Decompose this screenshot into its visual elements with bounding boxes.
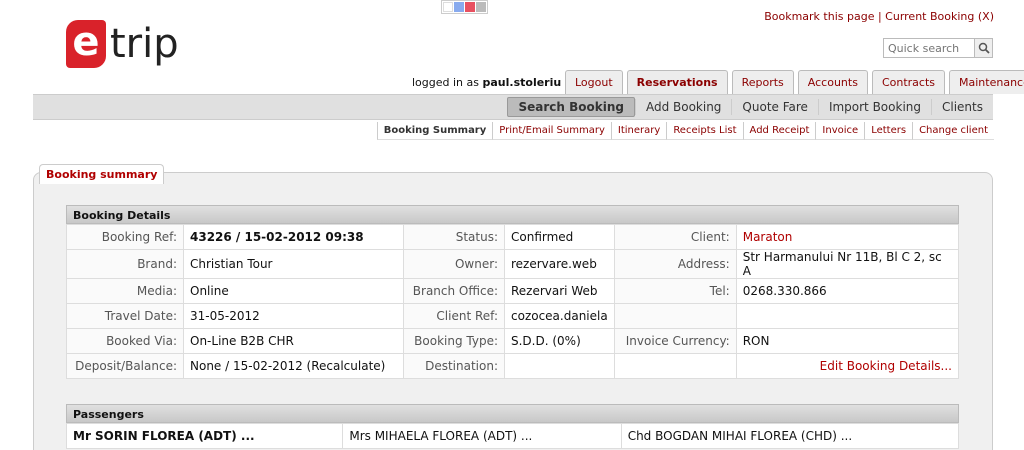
subnav-quote-fare[interactable]: Quote Fare <box>731 99 818 115</box>
tel-value: 0268.330.866 <box>735 278 960 304</box>
label: Status: <box>403 224 505 250</box>
search-input[interactable] <box>884 39 974 57</box>
top-links: Bookmark this page | Current Booking (X) <box>764 10 994 23</box>
edit-booking-link[interactable]: Edit Booking Details... <box>735 353 960 379</box>
action-invoice[interactable]: Invoice <box>815 122 865 140</box>
search-icon[interactable] <box>974 39 992 57</box>
current-booking-link[interactable]: Current Booking (X) <box>885 10 994 23</box>
swatch-blue[interactable] <box>454 2 464 12</box>
brand-value: Christian Tour <box>183 249 404 279</box>
label: Owner: <box>403 249 505 279</box>
tab-contracts[interactable]: Contracts <box>871 70 946 94</box>
sub-navigation: Search Booking Add Booking Quote Fare Im… <box>33 94 993 120</box>
tab-maintenance[interactable]: Maintenance <box>949 70 1024 94</box>
label: Branch Office: <box>403 278 505 304</box>
invoice-currency-value: RON <box>735 328 960 354</box>
main-tabs: Logout Reservations Reports Accounts Con… <box>565 70 1024 95</box>
quick-search <box>883 38 993 58</box>
bookmark-link[interactable]: Bookmark this page <box>764 10 874 23</box>
address-value: Str Harmanului Nr 11B, Bl C 2, sc A <box>735 249 960 279</box>
empty-cell <box>735 303 960 329</box>
username: paul.stoleriu <box>482 76 562 89</box>
link-separator: | <box>874 10 886 23</box>
logo-mark: e <box>66 20 106 68</box>
swatch-white[interactable] <box>443 2 453 12</box>
client-ref-value: cozocea.daniela <box>504 303 615 329</box>
label: Brand: <box>66 249 184 279</box>
logo: e trip <box>66 20 179 68</box>
label: Tel: <box>613 278 737 304</box>
action-print-email[interactable]: Print/Email Summary <box>492 122 611 140</box>
passenger-item[interactable]: Chd BOGDAN MIHAI FLOREA (CHD) ... <box>620 423 960 449</box>
table-row: Travel Date: 31-05-2012 Client Ref: cozo… <box>66 303 960 329</box>
branch-value: Rezervari Web <box>504 278 615 304</box>
section-title: Booking Details <box>66 205 959 224</box>
table-row: Mr SORIN FLOREA (ADT) ... Mrs MIHAELA FL… <box>65 423 960 449</box>
tab-reservations[interactable]: Reservations <box>626 70 728 95</box>
booked-via-value: On-Line B2B CHR <box>183 328 404 354</box>
action-receipts-list[interactable]: Receipts List <box>666 122 743 140</box>
passenger-item[interactable]: Mr SORIN FLOREA (ADT) ... <box>65 423 344 449</box>
logged-in-label: logged in as <box>412 76 483 89</box>
action-booking-summary[interactable]: Booking Summary <box>376 122 493 140</box>
booking-type-value: S.D.D. (0%) <box>504 328 615 354</box>
label: Destination: <box>403 353 505 379</box>
subnav-import-booking[interactable]: Import Booking <box>817 99 931 115</box>
logo-text: trip <box>110 21 179 67</box>
panel-title: Booking summary <box>39 164 165 184</box>
passengers-table: Mr SORIN FLOREA (ADT) ... Mrs MIHAELA FL… <box>65 423 960 449</box>
label: Booking Type: <box>403 328 505 354</box>
table-row: Brand: Christian Tour Owner: rezervare.w… <box>66 249 960 279</box>
table-row: Booking Ref: 43226 / 15-02-2012 09:38 St… <box>66 224 960 250</box>
action-change-client[interactable]: Change client <box>912 122 994 140</box>
destination-value <box>504 353 615 379</box>
travel-date-value: 31-05-2012 <box>183 303 404 329</box>
action-add-receipt[interactable]: Add Receipt <box>742 122 816 140</box>
label: Invoice Currency: <box>613 328 737 354</box>
color-swatches <box>441 0 488 14</box>
page: e trip Bookmark this page | Current Book… <box>0 0 1024 450</box>
passenger-item[interactable]: Mrs MIHAELA FLOREA (ADT) ... <box>342 423 622 449</box>
tab-accounts[interactable]: Accounts <box>797 70 868 94</box>
tab-reports[interactable]: Reports <box>731 70 794 94</box>
booking-details-table: Booking Ref: 43226 / 15-02-2012 09:38 St… <box>66 224 960 379</box>
booking-details-section: Booking Details Booking Ref: 43226 / 15-… <box>66 205 960 379</box>
subnav-clients[interactable]: Clients <box>931 99 993 115</box>
swatch-gray[interactable] <box>476 2 486 12</box>
label: Address: <box>613 249 737 279</box>
action-letters[interactable]: Letters <box>864 122 913 140</box>
label <box>613 303 737 329</box>
label: Deposit/Balance: <box>66 353 184 379</box>
label: Booking Ref: <box>66 224 184 250</box>
logged-in-status: logged in as paul.stoleriu <box>412 76 561 89</box>
passengers-section: Passengers Mr SORIN FLOREA (ADT) ... Mrs… <box>65 404 960 449</box>
label: Booked Via: <box>66 328 184 354</box>
tab-logout[interactable]: Logout <box>565 70 623 94</box>
client-link[interactable]: Maraton <box>735 224 960 250</box>
subnav-search-booking[interactable]: Search Booking <box>507 97 635 117</box>
table-row: Booked Via: On-Line B2B CHR Booking Type… <box>66 328 960 354</box>
label: Client Ref: <box>403 303 505 329</box>
table-row: Media: Online Branch Office: Rezervari W… <box>66 278 960 304</box>
booking-actions: Booking Summary Print/Email Summary Itin… <box>376 122 994 140</box>
table-row: Deposit/Balance: None / 15-02-2012 (Reca… <box>66 353 960 379</box>
label: Client: <box>613 224 737 250</box>
status-value: Confirmed <box>504 224 615 250</box>
owner-value: rezervare.web <box>504 249 615 279</box>
media-value: Online <box>183 278 404 304</box>
booking-ref: 43226 / 15-02-2012 09:38 <box>183 224 404 250</box>
deposit-balance-value[interactable]: None / 15-02-2012 (Recalculate) <box>183 353 404 379</box>
empty-cell <box>613 353 737 379</box>
swatch-red[interactable] <box>465 2 475 12</box>
label: Media: <box>66 278 184 304</box>
subnav-add-booking[interactable]: Add Booking <box>634 99 731 115</box>
section-title: Passengers <box>66 404 959 423</box>
label: Travel Date: <box>66 303 184 329</box>
action-itinerary[interactable]: Itinerary <box>610 122 667 140</box>
